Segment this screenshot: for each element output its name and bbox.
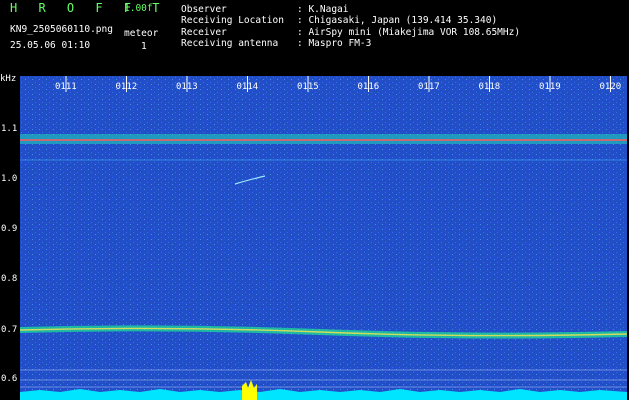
x-tick-label: 0120 (600, 82, 622, 92)
x-tick-label: 0116 (358, 82, 380, 92)
noise-sparkle (20, 76, 627, 400)
x-tick-label: 0111 (55, 82, 77, 92)
y-tick-0.9: 0.9 (1, 224, 18, 234)
x-tick-label: 0114 (237, 82, 259, 92)
file-name: KN9_2505060110.png (10, 24, 113, 35)
y-tick-1.0: 1.0 (1, 174, 18, 184)
spectrogram (20, 76, 627, 400)
x-tick-label: 0118 (479, 82, 501, 92)
info-label-location: Receiving Location (181, 15, 284, 26)
header-panel: H R O F F T 1.00f KN9_2505060110.png 25.… (0, 0, 629, 72)
time-axis: 0111 0112 0113 0114 0115 0116 0117 0118 0119 0120 (55, 76, 622, 92)
info-value-antenna: : Maspro FM-3 (297, 38, 372, 49)
meteor-label: meteor (124, 28, 159, 39)
x-tick-label: 0113 (176, 82, 198, 92)
program-version: 1.00f (124, 3, 153, 14)
x-tick-label: 0119 (539, 82, 561, 92)
y-tick-1.1: 1.1 (1, 124, 18, 134)
x-tick-label: 0115 (297, 82, 319, 92)
y-tick-0.6: 0.6 (1, 374, 18, 384)
y-axis-unit: kHz (0, 74, 17, 84)
info-value-location: : Chigasaki, Japan (139.414 35.340) (297, 15, 498, 26)
x-tick-label: 0112 (116, 82, 138, 92)
meteor-count: 1 (141, 41, 147, 52)
info-label-antenna: Receiving antenna (181, 38, 279, 49)
y-tick-0.7: 0.7 (1, 325, 18, 335)
y-tick-0.8: 0.8 (1, 274, 18, 284)
signal-band-upper (20, 134, 627, 144)
frequency-axis: kHz 1.1 1.0 0.9 0.8 0.7 0.6 (0, 72, 20, 400)
timestamp: 25.05.06 01:10 (10, 40, 91, 51)
x-tick-label: 0117 (418, 82, 440, 92)
